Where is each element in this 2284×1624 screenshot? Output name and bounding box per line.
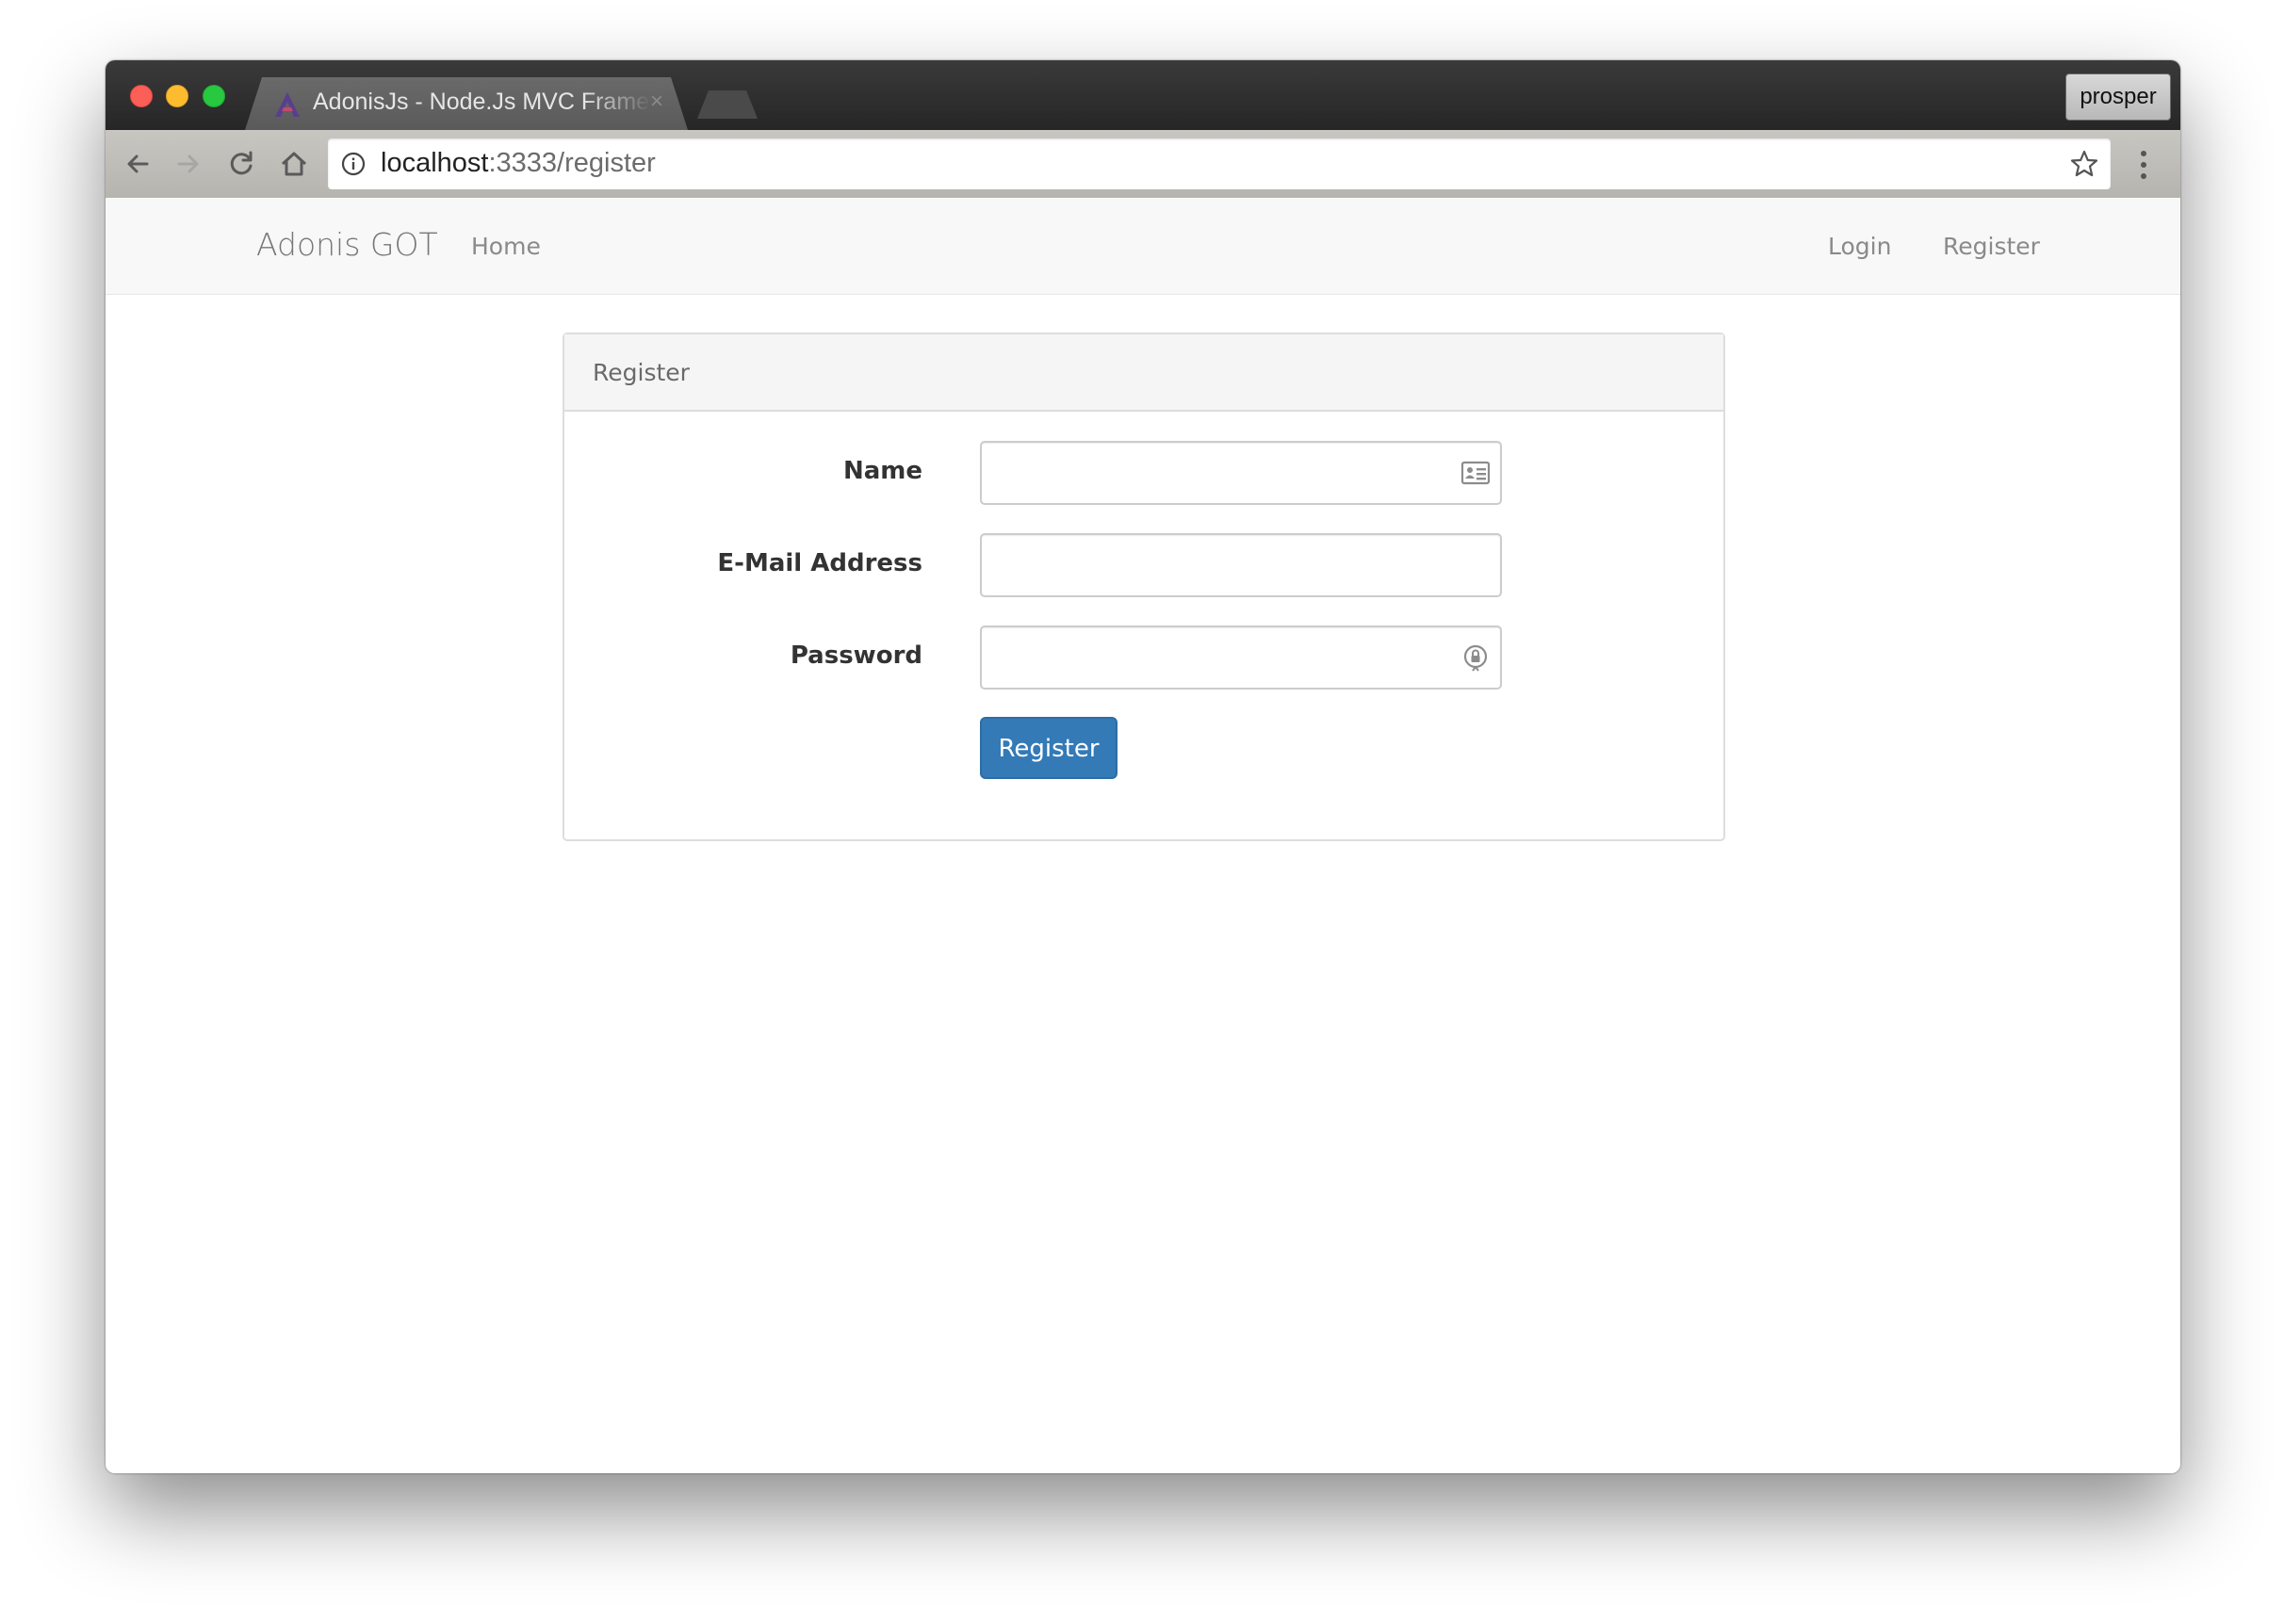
register-submit-button[interactable]: Register [980, 717, 1118, 779]
reload-icon[interactable] [222, 145, 260, 183]
browser-menu-icon[interactable] [2139, 149, 2148, 181]
tab-title: AdonisJs - Node.Js MVC Framework [313, 89, 652, 115]
password-manager-icon[interactable] [1460, 642, 1491, 673]
panel-title: Register [593, 359, 690, 386]
new-tab-button[interactable] [697, 90, 758, 119]
nav-home-link[interactable]: Home [471, 233, 541, 260]
bookmark-star-icon[interactable] [2069, 149, 2099, 179]
site-navbar: Adonis GOT Home Login Register [106, 198, 2180, 295]
browser-toolbar: localhost:3333/register [106, 130, 2180, 199]
forward-arrow-icon[interactable] [170, 145, 207, 183]
email-input[interactable] [980, 533, 1502, 597]
contact-card-icon[interactable] [1460, 458, 1491, 488]
brand-link[interactable]: Adonis GOT [256, 226, 438, 263]
close-window-button[interactable] [130, 85, 153, 107]
email-label: E-Mail Address [717, 549, 922, 577]
password-input[interactable] [980, 625, 1502, 690]
site-info-icon[interactable] [341, 152, 366, 176]
minimize-window-button[interactable] [166, 85, 188, 107]
tab-strip: AdonisJs - Node.Js MVC Framework × prosp… [106, 60, 2180, 130]
tab-close-icon[interactable]: × [650, 89, 663, 115]
maximize-window-button[interactable] [203, 85, 225, 107]
nav-login-link[interactable]: Login [1828, 233, 1891, 260]
adonis-logo-icon [275, 92, 300, 117]
profile-button[interactable]: prosper [2065, 73, 2171, 121]
panel-heading: Register [564, 334, 1723, 412]
register-panel: Register Name E-Mail Address Password Re… [563, 333, 1725, 841]
url-text[interactable]: localhost:3333/register [381, 148, 656, 179]
nav-register-link[interactable]: Register [1943, 233, 2040, 260]
password-label: Password [790, 641, 922, 670]
name-input[interactable] [980, 441, 1502, 505]
address-bar[interactable]: localhost:3333/register [328, 138, 2111, 189]
browser-window: AdonisJs - Node.Js MVC Framework × prosp… [106, 60, 2180, 1473]
page-content: Adonis GOT Home Login Register Register … [106, 198, 2180, 1473]
name-label: Name [842, 457, 922, 485]
home-icon[interactable] [275, 145, 313, 183]
back-arrow-icon[interactable] [119, 145, 156, 183]
